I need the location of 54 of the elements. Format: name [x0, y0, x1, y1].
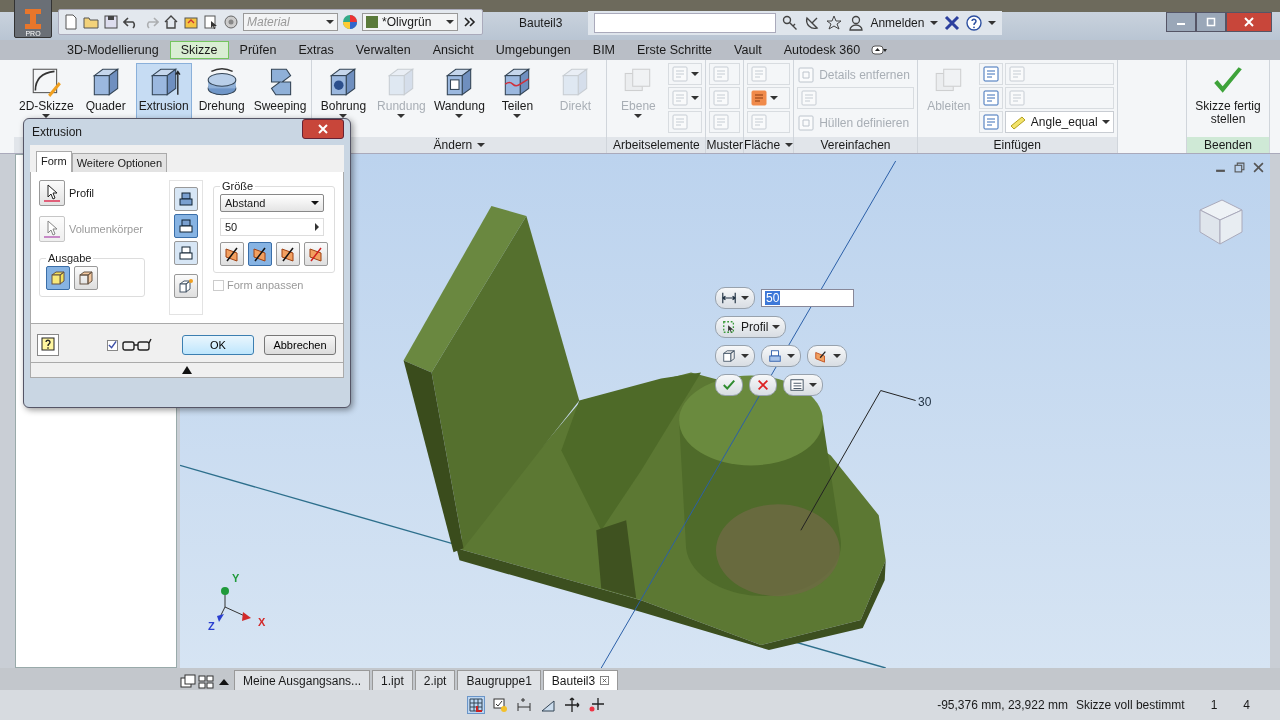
group-label: Größe	[221, 180, 255, 192]
ribbon-tab[interactable]: Umgebungen	[484, 41, 582, 59]
cancel-button[interactable]: Abbrechen	[264, 335, 336, 355]
ribbon-tab[interactable]: Erste Schritte	[626, 41, 724, 59]
axis-label: X	[258, 616, 266, 628]
appearance-dropdown[interactable]: *Olivgrün	[362, 13, 458, 31]
document-tab[interactable]: Baugruppe1	[457, 670, 541, 690]
ribbon-tab[interactable]: Verwalten	[344, 41, 422, 59]
document-tab[interactable]: 2.ipt	[414, 670, 456, 690]
dimension-value: 30	[918, 395, 932, 409]
document-tab[interactable]: 1.ipt	[372, 670, 413, 690]
axis-label: Z	[208, 620, 215, 632]
profile-button[interactable]: Profil	[715, 316, 787, 338]
ribbon-tab[interactable]: Ansicht	[421, 41, 485, 59]
group-label: Fläche	[744, 137, 794, 153]
distance-input[interactable]: 50	[761, 289, 854, 307]
extent-type-dropdown[interactable]: Abstand	[220, 194, 324, 212]
ribbon-tab[interactable]: Prüfen	[228, 41, 288, 59]
status-message: Skizze voll bestimmt	[1075, 698, 1185, 712]
sign-in-link[interactable]: Anmelden	[870, 16, 925, 30]
ribbon-button[interactable]: Skizze fertig stellen	[1190, 63, 1266, 135]
ribbon-tab[interactable]: Extras	[287, 41, 345, 59]
constraint-dropdown[interactable]: Angle_equal	[1004, 111, 1114, 133]
ribbon-button[interactable]: Bohrung	[315, 63, 372, 135]
ribbon-tab[interactable]: BIM	[581, 41, 627, 59]
ribbon-tab[interactable]: Autodesk 360	[772, 41, 872, 59]
ribbon-button[interactable]: Wandung	[431, 63, 488, 135]
group-label: Einfügen	[917, 137, 1117, 153]
ribbon-button[interactable]: Drehung	[193, 63, 250, 135]
checkbox-label: Form anpassen	[227, 279, 304, 291]
dialog-tab[interactable]: Weitere Optionen	[71, 153, 168, 172]
ribbon-tab[interactable]: Vault	[723, 41, 773, 59]
document-tab[interactable]: Bauteil3	[542, 670, 619, 690]
distance-field[interactable]: 50	[220, 218, 324, 236]
group-label: Vereinfachen	[794, 137, 917, 153]
ribbon-tab[interactable]: 3D-Modellierung	[56, 41, 170, 59]
ribbon-button[interactable]: Sweeping	[251, 63, 309, 135]
dialog-title: Extrusion	[32, 125, 83, 139]
group-label: Beenden	[1187, 137, 1269, 153]
selector-label: Volumenkörper	[69, 223, 143, 235]
coordinates-text: -95,376 mm, 23,922 mm	[937, 698, 1068, 712]
status-count: 1	[1210, 698, 1218, 712]
status-count: 4	[1243, 698, 1250, 712]
selector-label: Profil	[69, 187, 95, 199]
axis-label: Y	[232, 572, 240, 584]
dialog-tab[interactable]: Form	[36, 151, 72, 172]
ribbon-tab[interactable]: Skizze	[169, 41, 229, 59]
group-label: Ausgabe	[47, 252, 93, 264]
ok-button[interactable]: OK	[182, 335, 254, 355]
window-title: Bauteil3	[519, 16, 563, 30]
document-tab[interactable]: Meine Ausgangsans...	[234, 670, 371, 690]
group-label: Arbeitselemente	[607, 137, 706, 153]
ribbon-button[interactable]: Teilen	[489, 63, 546, 135]
group-label: Muster	[706, 137, 744, 153]
